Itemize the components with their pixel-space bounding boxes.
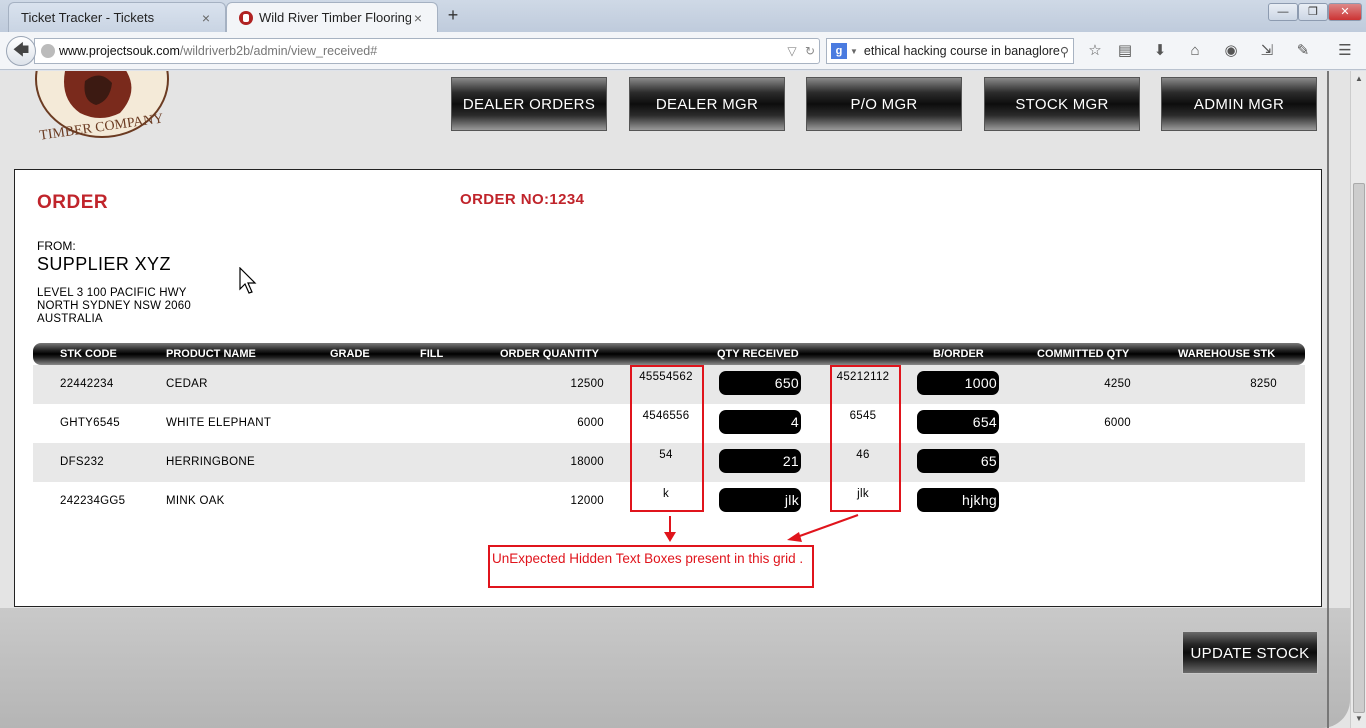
supplier-address: LEVEL 3 100 PACIFIC HWY NORTH SYDNEY NSW… (37, 287, 191, 326)
product-name: CEDAR (166, 378, 208, 390)
globe-icon (41, 44, 55, 58)
page-scrollbar[interactable]: ▲ ▼ (1350, 71, 1366, 728)
order-title: ORDER (37, 192, 109, 213)
company-logo: TIMBER COMPANY (35, 71, 169, 144)
col-qty-received: QTY RECEIVED (717, 348, 799, 360)
mouse-cursor-icon (239, 267, 257, 294)
b-order-input[interactable]: 65 (917, 449, 999, 473)
qty-received-input[interactable]: 650 (719, 371, 801, 395)
committed-qty: 6000 (1104, 417, 1131, 429)
page-border (1327, 71, 1329, 728)
order-quantity: 6000 (577, 417, 604, 429)
scroll-down-icon[interactable]: ▼ (1351, 711, 1366, 727)
table-header: STK CODE PRODUCT NAME GRADE FILL ORDER Q… (33, 343, 1305, 365)
tab-wild-river[interactable]: Wild River Timber Flooring... × (226, 2, 438, 32)
note-icon[interactable]: ✎ (1292, 40, 1314, 62)
order-panel: ORDER ORDER NO:1234 FROM: SUPPLIER XYZ L… (14, 169, 1322, 607)
back-button[interactable]: 🡄 (6, 36, 36, 66)
url-text: www.projectsouk.com/wildriverb2b/admin/v… (59, 44, 378, 58)
stk-code: 242234GG5 (60, 495, 126, 507)
col-stk-code: STK CODE (60, 348, 117, 360)
order-number: ORDER NO:1234 (460, 191, 585, 208)
scroll-up-icon[interactable]: ▲ (1351, 71, 1366, 87)
close-icon[interactable]: × (199, 10, 213, 26)
qty-received-input[interactable]: jlk (719, 488, 801, 512)
nav-admin-mgr[interactable]: ADMIN MGR (1161, 77, 1317, 131)
addon-icon[interactable]: ◉ (1220, 40, 1242, 62)
page-content: TIMBER COMPANY DEALER ORDERS DEALER MGR … (0, 71, 1350, 728)
close-window-icon[interactable]: ✕ (1328, 3, 1362, 21)
b-order-input[interactable]: 654 (917, 410, 999, 434)
supplier-name: SUPPLIER XYZ (37, 254, 171, 274)
scroll-thumb[interactable] (1353, 183, 1365, 713)
qty-received-input[interactable]: 21 (719, 449, 801, 473)
bookmark-star-icon[interactable]: ☆ (1084, 40, 1106, 62)
order-quantity: 12500 (570, 378, 604, 390)
col-warehouse-stk: WAREHOUSE STK (1178, 348, 1276, 360)
b-order-input[interactable]: 1000 (917, 371, 999, 395)
col-grade: GRADE (330, 348, 370, 360)
address-line: LEVEL 3 100 PACIFIC HWY (37, 287, 187, 299)
committed-qty: 4250 (1104, 378, 1131, 390)
highlight-box-qty (630, 365, 704, 512)
stk-code: 22442234 (60, 378, 114, 390)
order-quantity: 12000 (570, 495, 604, 507)
annotation-note: UnExpected Hidden Text Boxes present in … (488, 545, 814, 588)
order-quantity: 18000 (570, 456, 604, 468)
product-name: MINK OAK (166, 495, 225, 507)
maximize-icon[interactable]: ❐ (1298, 3, 1328, 21)
highlight-box-border (830, 365, 901, 512)
product-name: HERRINGBONE (166, 456, 255, 468)
from-label: FROM: (37, 239, 76, 253)
nav-dealer-mgr[interactable]: DEALER MGR (629, 77, 785, 131)
stk-code: GHTY6545 (60, 417, 120, 429)
qty-received-input[interactable]: 4 (719, 410, 801, 434)
nav-dealer-orders[interactable]: DEALER ORDERS (451, 77, 607, 131)
page-footer-area (0, 608, 1350, 728)
address-line: NORTH SYDNEY NSW 2060 (37, 300, 191, 312)
reading-list-icon[interactable]: ▤ (1114, 40, 1136, 62)
b-order-input[interactable]: hjkhg (917, 488, 999, 512)
stk-code: DFS232 (60, 456, 104, 468)
nav-po-mgr[interactable]: P/O MGR (806, 77, 962, 131)
browser-tab-bar: Ticket Tracker - Tickets × Wild River Ti… (0, 0, 1366, 32)
search-icon[interactable]: ⚲ (1060, 44, 1069, 59)
home-icon[interactable]: ⌂ (1184, 40, 1206, 62)
search-input[interactable]: ethical hacking course in banaglore (858, 44, 1060, 58)
tab-label: Ticket Tracker - Tickets (21, 10, 155, 25)
new-tab-button[interactable]: + (444, 4, 462, 26)
search-engine-icon[interactable]: g (831, 43, 847, 59)
col-order-quantity: ORDER QUANTITY (500, 348, 599, 360)
close-icon[interactable]: × (411, 10, 425, 26)
menu-icon[interactable]: ☰ (1334, 40, 1356, 62)
dropdown-icon[interactable]: ▽ (783, 44, 801, 58)
tab-ticket-tracker[interactable]: Ticket Tracker - Tickets × (8, 2, 226, 32)
tab-label: Wild River Timber Flooring... (259, 10, 411, 25)
warehouse-stk: 8250 (1250, 378, 1277, 390)
selector-icon[interactable]: ⇲ (1256, 40, 1278, 62)
product-name: WHITE ELEPHANT (166, 417, 272, 429)
favicon-icon (239, 10, 253, 25)
download-icon[interactable]: ⬇ (1149, 40, 1171, 62)
search-bar[interactable]: g ▼ ethical hacking course in banaglore … (826, 38, 1074, 64)
col-fill: FILL (420, 348, 444, 360)
address-line: AUSTRALIA (37, 313, 103, 325)
col-committed-qty: COMMITTED QTY (1037, 348, 1130, 360)
url-bar[interactable]: www.projectsouk.com/wildriverb2b/admin/v… (34, 38, 820, 64)
nav-stock-mgr[interactable]: STOCK MGR (984, 77, 1140, 131)
update-stock-button[interactable]: UPDATE STOCK (1182, 631, 1318, 674)
minimize-icon[interactable]: — (1268, 3, 1298, 21)
reload-icon[interactable]: ↻ (801, 44, 819, 58)
col-b-order: B/ORDER (933, 348, 984, 360)
col-product-name: PRODUCT NAME (166, 348, 256, 360)
chevron-down-icon[interactable]: ▼ (850, 47, 858, 56)
